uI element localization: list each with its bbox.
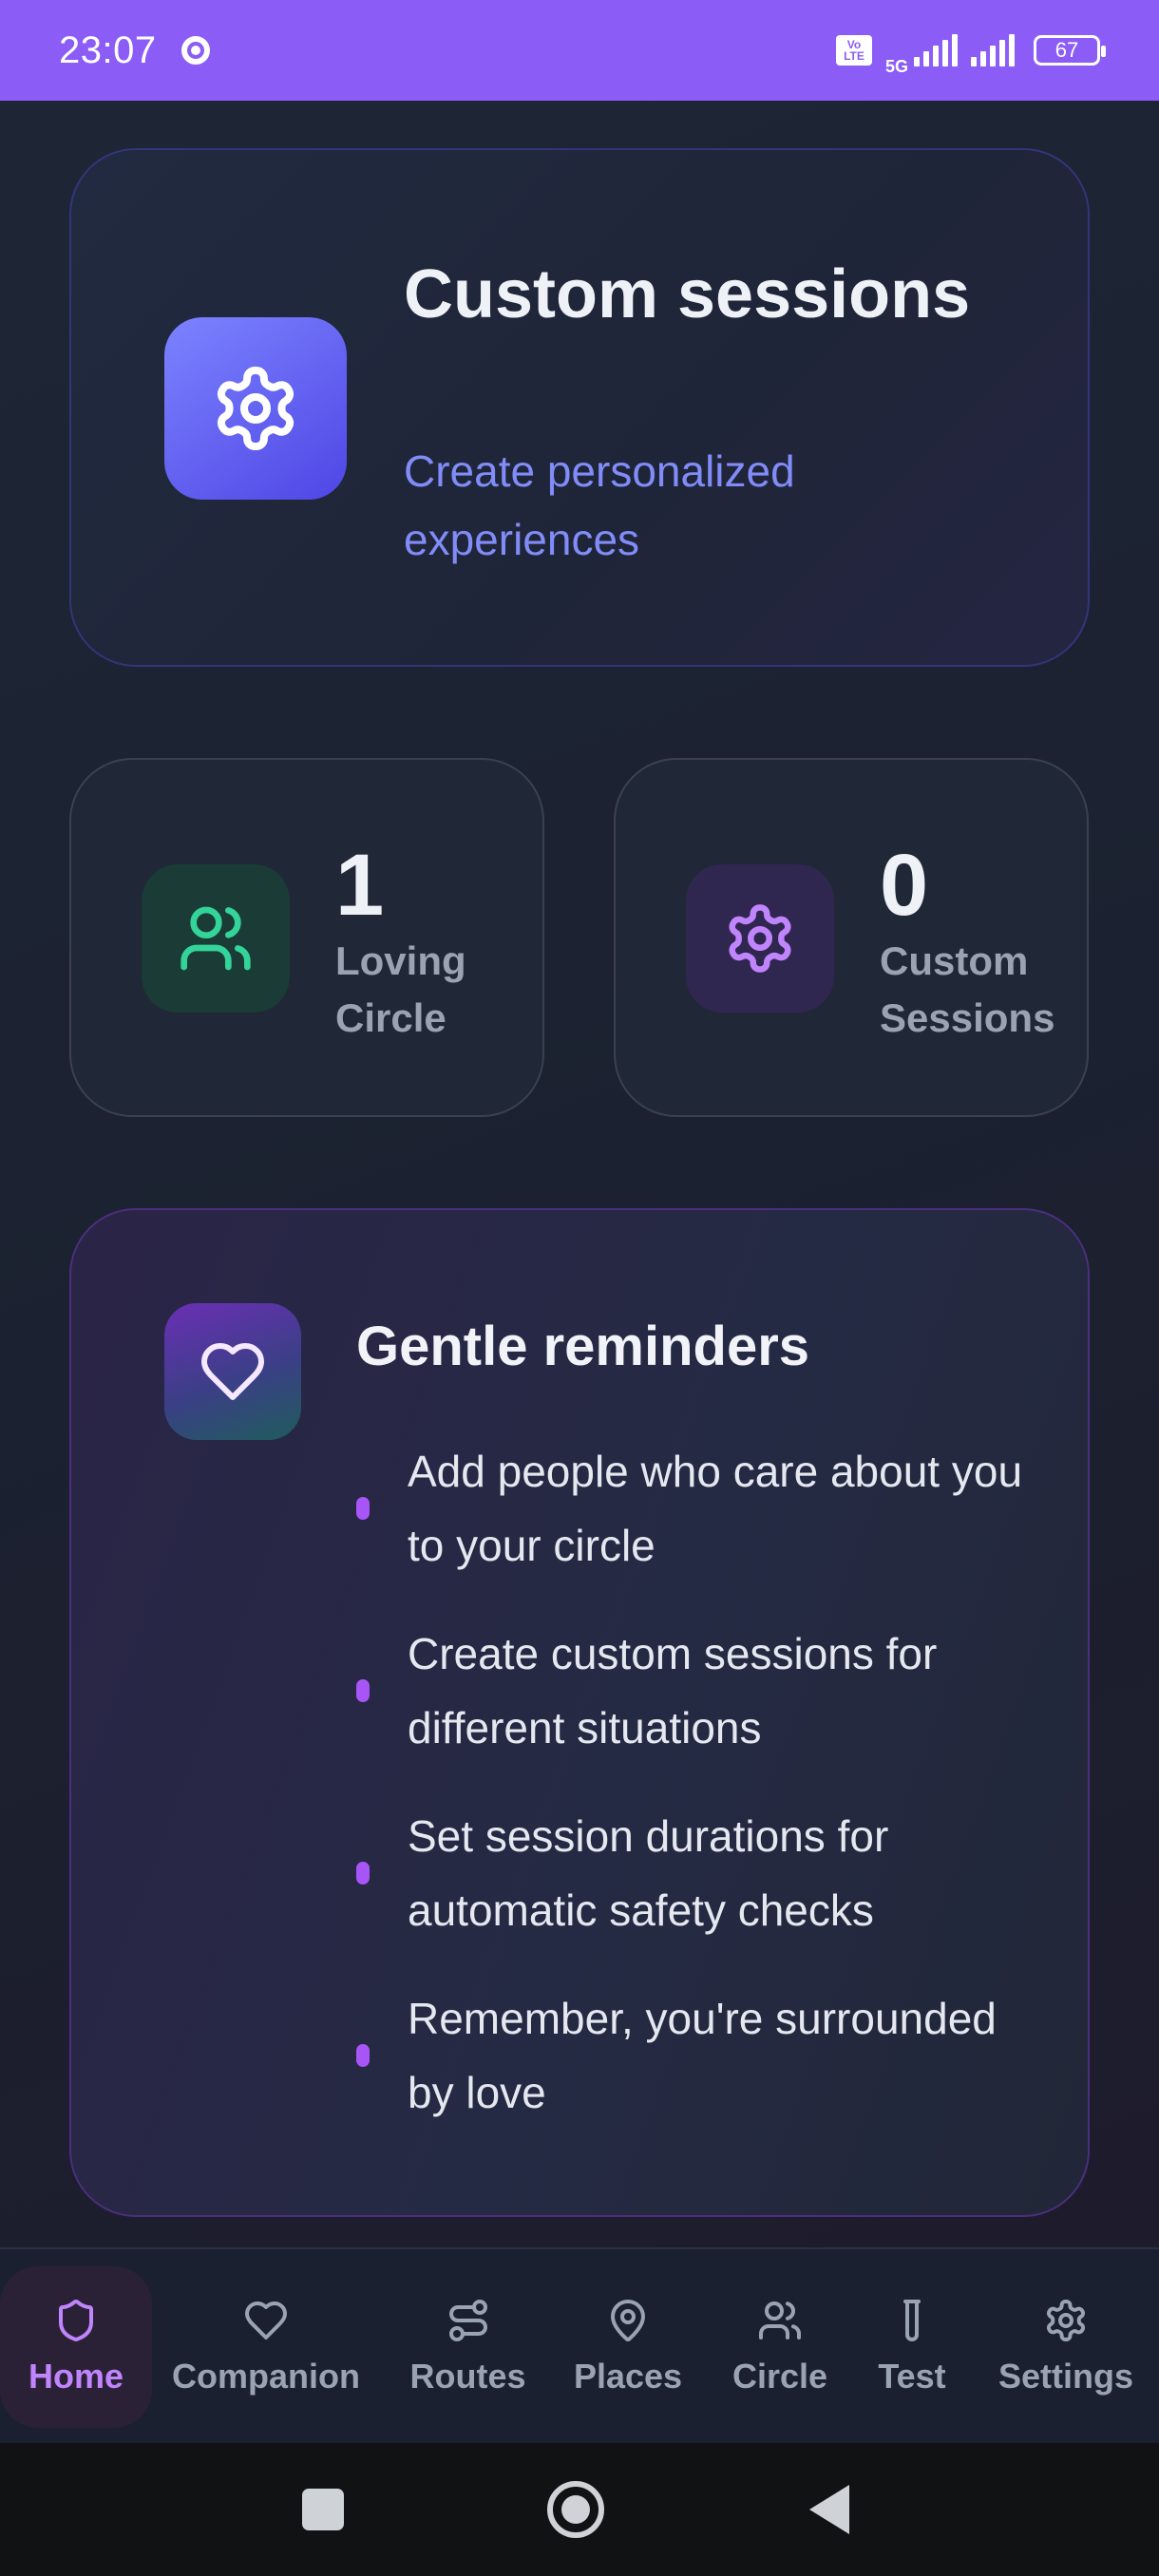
gear-icon: [164, 317, 347, 500]
custom-sessions-card[interactable]: Custom sessions Create personalized expe…: [69, 148, 1090, 667]
back-button[interactable]: [809, 2485, 849, 2534]
loving-circle-label: Loving Circle: [335, 938, 466, 1040]
chrome-icon: [180, 36, 210, 65]
shield-icon: [59, 2300, 93, 2342]
volte-badge: Vo LTE: [835, 35, 872, 66]
nav-home[interactable]: Home: [0, 2266, 152, 2428]
nav-label: Test: [878, 2357, 946, 2396]
gear-icon: [1047, 2300, 1085, 2341]
bullet-icon: [356, 2044, 370, 2067]
nav-label: Home: [28, 2357, 124, 2396]
signal-icon: [914, 34, 958, 66]
heart-icon: [164, 1303, 301, 1440]
list-item: Set session durations for automatic safe…: [356, 1799, 1040, 1947]
users-icon: [142, 864, 290, 1013]
list-item: Add people who care about you to your ci…: [356, 1434, 1040, 1582]
status-bar: 23:07 Vo LTE 5G 67: [0, 0, 1159, 101]
reminder-text: Add people who care about you to your ci…: [408, 1447, 1023, 1570]
status-time: 23:07: [59, 28, 157, 71]
recents-button[interactable]: [302, 2489, 344, 2530]
hero-title: Custom sessions: [404, 256, 971, 332]
map-pin-icon: [611, 2300, 645, 2341]
custom-sessions-label: Custom Sessions: [880, 938, 1055, 1040]
loving-circle-count: 1: [335, 837, 385, 934]
home-button-dot: [561, 2495, 590, 2524]
nav-label: Companion: [172, 2357, 360, 2396]
nav-label: Routes: [409, 2357, 526, 2396]
hero-subtitle: Create personalized experiences: [404, 446, 795, 564]
bullet-icon: [356, 1862, 370, 1885]
battery-level: 67: [1054, 38, 1079, 62]
reminder-text: Remember, you're surrounded by love: [408, 1994, 997, 2117]
nav-companion[interactable]: Companion: [162, 2266, 370, 2428]
bottom-nav: Home Companion Routes Places Circle Test…: [0, 2247, 1159, 2443]
gear-icon: [686, 864, 834, 1013]
nav-label: Places: [573, 2357, 683, 2396]
nav-test[interactable]: Test: [857, 2266, 967, 2428]
loving-circle-stat[interactable]: 1 Loving Circle: [69, 758, 544, 1117]
nav-routes[interactable]: Routes: [390, 2266, 546, 2428]
custom-sessions-count: 0: [880, 837, 929, 934]
reminder-text: Create custom sessions for different sit…: [408, 1629, 938, 1752]
battery-icon: 67: [1034, 35, 1106, 66]
reminders-title: Gentle reminders: [356, 1316, 810, 1377]
heart-icon: [245, 2301, 287, 2339]
bullet-icon: [356, 1679, 370, 1702]
gentle-reminders-card: Gentle reminders Add people who care abo…: [69, 1208, 1090, 2217]
network-type: 5G: [884, 56, 908, 76]
status-indicators: Vo LTE 5G 67: [835, 25, 1106, 77]
nav-circle[interactable]: Circle: [718, 2266, 842, 2428]
reminder-text: Set session durations for automatic safe…: [408, 1811, 889, 1935]
nav-places[interactable]: Places: [560, 2266, 695, 2428]
system-nav-bar: [0, 2443, 1159, 2576]
list-item: Create custom sessions for different sit…: [356, 1617, 1040, 1765]
nav-label: Settings: [998, 2357, 1133, 2396]
signal-icon: [971, 34, 1015, 66]
nav-settings[interactable]: Settings: [984, 2266, 1148, 2428]
home-button[interactable]: [547, 2481, 604, 2538]
custom-sessions-stat[interactable]: 0 Custom Sessions: [614, 758, 1089, 1117]
bullet-icon: [356, 1497, 370, 1520]
route-icon: [448, 2300, 487, 2341]
nav-label: Circle: [732, 2357, 828, 2396]
test-tube-icon: [903, 2300, 921, 2341]
users-icon: [759, 2301, 801, 2339]
list-item: Remember, you're surrounded by love: [356, 1981, 1040, 2130]
